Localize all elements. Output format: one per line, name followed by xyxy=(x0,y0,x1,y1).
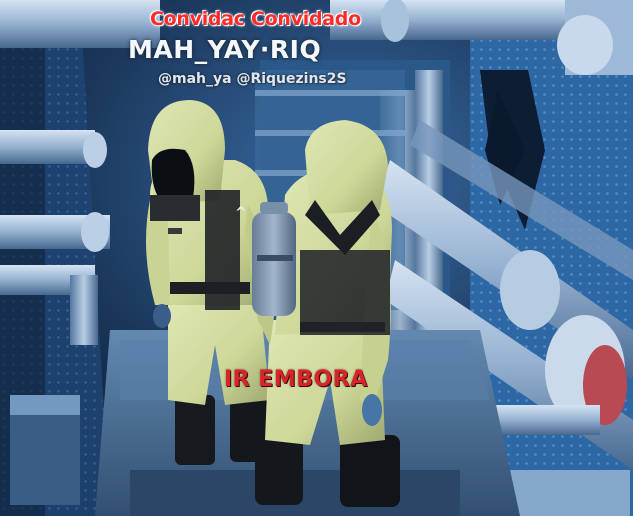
player-name: MAH_YAY·RIQ xyxy=(128,35,322,64)
chevron-up-icon[interactable]: ^ xyxy=(232,204,250,222)
role-tag: Convidac Convidado xyxy=(150,8,361,30)
leave-action-prompt[interactable]: IR EMBORA xyxy=(224,367,368,392)
player-handles: @mah_ya @Riquezins2S xyxy=(158,71,347,87)
